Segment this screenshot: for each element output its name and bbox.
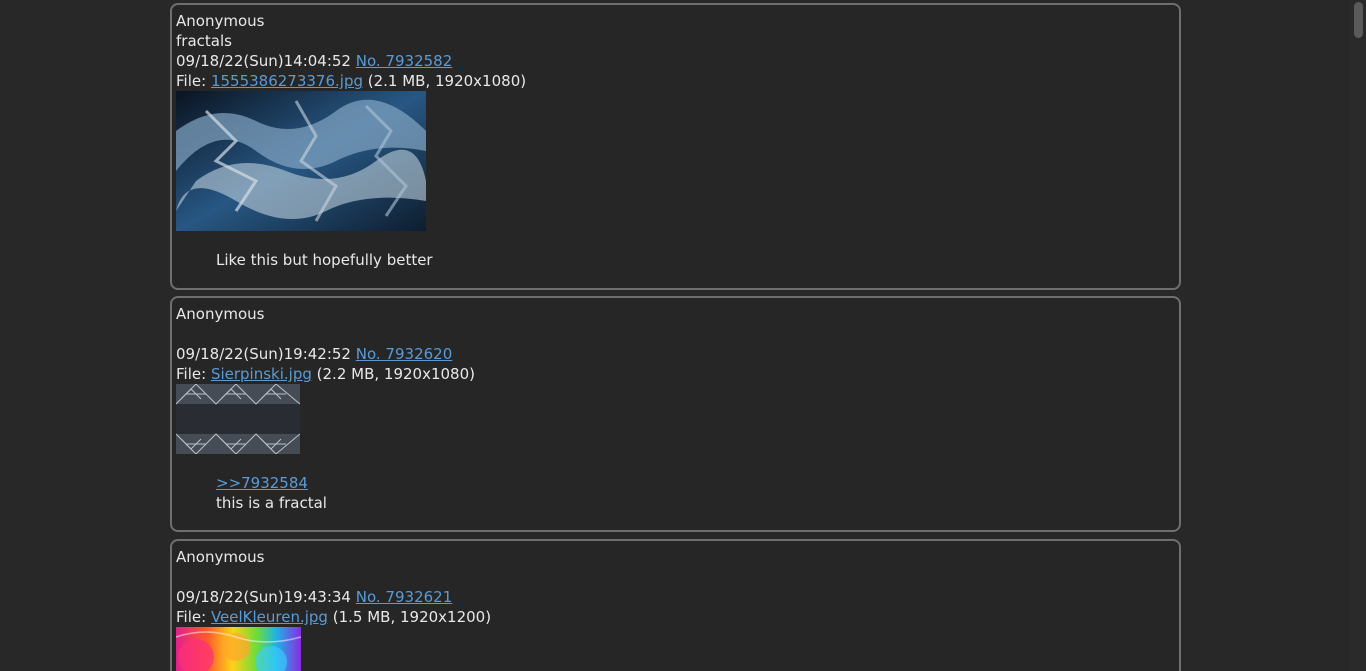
post-subject: fractals	[176, 32, 232, 50]
post-datetime: 09/18/22(Sun)14:04:52	[176, 52, 351, 70]
post-7932620: Anonymous 09/18/22(Sun)19:42:52 No. 7932…	[170, 296, 1181, 532]
quote-link[interactable]: >>7932584	[216, 474, 308, 492]
post-datetime: 09/18/22(Sun)19:43:34	[176, 588, 351, 606]
post-header: 09/18/22(Sun)14:04:52 No. 7932582	[176, 51, 452, 71]
post-author: Anonymous	[176, 305, 265, 323]
post-header: 09/18/22(Sun)19:43:34 No. 7932621	[176, 587, 452, 607]
post-comment: Like this but hopefully better	[216, 251, 433, 269]
thread-page: Anonymous fractals 09/18/22(Sun)14:04:52…	[0, 0, 1366, 671]
scrollbar-thumb[interactable]	[1354, 2, 1363, 38]
file-label: File:	[176, 365, 207, 383]
file-details: (2.1 MB, 1920x1080)	[367, 72, 527, 90]
post-datetime: 09/18/22(Sun)19:42:52	[176, 345, 351, 363]
post-7932582: Anonymous fractals 09/18/22(Sun)14:04:52…	[170, 3, 1181, 290]
file-name-link[interactable]: VeelKleuren.jpg	[211, 608, 328, 626]
post-7932621: Anonymous 09/18/22(Sun)19:43:34 No. 7932…	[170, 539, 1181, 671]
file-label: File:	[176, 608, 207, 626]
vertical-scrollbar[interactable]	[1350, 0, 1366, 671]
post-thumbnail[interactable]	[176, 627, 301, 671]
post-author: Anonymous	[176, 548, 265, 566]
post-comment: this is a fractal	[216, 494, 327, 512]
post-file-info: File: 1555386273376.jpg (2.1 MB, 1920x10…	[176, 71, 526, 91]
post-number-link[interactable]: No. 7932620	[356, 345, 452, 363]
file-details: (1.5 MB, 1920x1200)	[332, 608, 492, 626]
file-name-link[interactable]: 1555386273376.jpg	[211, 72, 363, 90]
post-thumbnail[interactable]	[176, 384, 300, 454]
sierpinski-thumbnail-image	[176, 384, 300, 454]
post-number-link[interactable]: No. 7932582	[356, 52, 452, 70]
fractal-thumbnail-image	[176, 91, 426, 231]
post-author: Anonymous	[176, 12, 265, 30]
post-file-info: File: VeelKleuren.jpg (1.5 MB, 1920x1200…	[176, 607, 491, 627]
post-thumbnail[interactable]	[176, 91, 426, 231]
file-details: (2.2 MB, 1920x1080)	[316, 365, 475, 383]
file-label: File:	[176, 72, 207, 90]
post-header: 09/18/22(Sun)19:42:52 No. 7932620	[176, 344, 452, 364]
post-file-info: File: Sierpinski.jpg (2.2 MB, 1920x1080)	[176, 364, 475, 384]
post-number-link[interactable]: No. 7932621	[356, 588, 452, 606]
file-name-link[interactable]: Sierpinski.jpg	[211, 365, 312, 383]
colorful-fractal-thumbnail-image	[176, 627, 301, 671]
post-comment-block: >>7932584 this is a fractal	[216, 473, 327, 513]
